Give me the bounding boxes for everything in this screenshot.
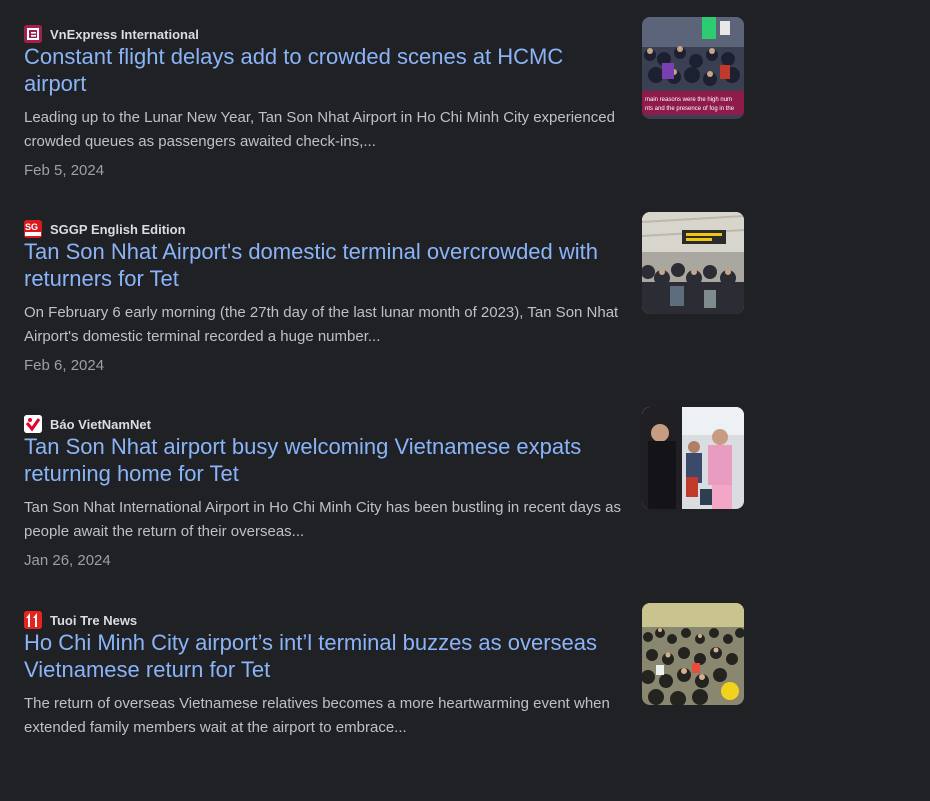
sggp-logo-icon: SG xyxy=(24,220,42,238)
source-name: Báo VietNamNet xyxy=(50,416,151,432)
article-date: Feb 6, 2024 xyxy=(24,357,105,374)
vnexpress-logo-icon xyxy=(24,25,42,43)
source-row: Tuoi Tre News xyxy=(24,611,137,629)
source-row: Báo VietNamNet xyxy=(24,415,151,433)
source-row: SG SGGP English Edition xyxy=(24,220,186,238)
thumbnail-caption: main reasons were the high num xyxy=(645,97,732,103)
article-snippet: Tan Son Nhat International Airport in Ho… xyxy=(24,499,621,540)
article-headline-link[interactable]: Ho Chi Minh City airport’s int’l termina… xyxy=(24,629,624,683)
article-snippet: Leading up to the Lunar New Year, Tan So… xyxy=(24,109,615,150)
article-thumbnail[interactable]: main reasons were the high num nts and t… xyxy=(642,17,744,119)
source-name: SGGP English Edition xyxy=(50,221,186,237)
news-article[interactable]: Báo VietNamNet Tan Son Nhat airport busy… xyxy=(24,407,744,605)
news-article[interactable]: SG SGGP English Edition Tan Son Nhat Air… xyxy=(24,212,744,410)
svg-text:SG: SG xyxy=(25,222,38,232)
article-headline-link[interactable]: Tan Son Nhat airport busy welcoming Viet… xyxy=(24,433,624,487)
thumbnail-caption: nts and the presence of fog in the xyxy=(645,106,735,112)
source-name: VnExpress International xyxy=(50,26,199,42)
news-article[interactable]: Tuoi Tre News Ho Chi Minh City airport’s… xyxy=(24,603,744,801)
article-headline-link[interactable]: Constant flight delays add to crowded sc… xyxy=(24,43,624,97)
vietnamnet-logo-icon xyxy=(24,415,42,433)
source-row: VnExpress International xyxy=(24,25,199,43)
article-thumbnail[interactable] xyxy=(642,212,744,314)
tuoitre-logo-icon xyxy=(24,611,42,629)
article-snippet: The return of overseas Vietnamese relati… xyxy=(24,695,610,736)
article-headline-link[interactable]: Tan Son Nhat Airport's domestic terminal… xyxy=(24,238,624,292)
article-snippet: On February 6 early morning (the 27th da… xyxy=(24,304,619,345)
news-feed: VnExpress International Constant flight … xyxy=(0,0,930,738)
article-date: Jan 26, 2024 xyxy=(24,552,111,569)
news-article[interactable]: VnExpress International Constant flight … xyxy=(24,17,744,215)
article-date: Feb 5, 2024 xyxy=(24,162,105,179)
article-thumbnail[interactable] xyxy=(642,407,744,509)
source-name: Tuoi Tre News xyxy=(50,612,138,628)
article-thumbnail[interactable] xyxy=(642,603,744,705)
